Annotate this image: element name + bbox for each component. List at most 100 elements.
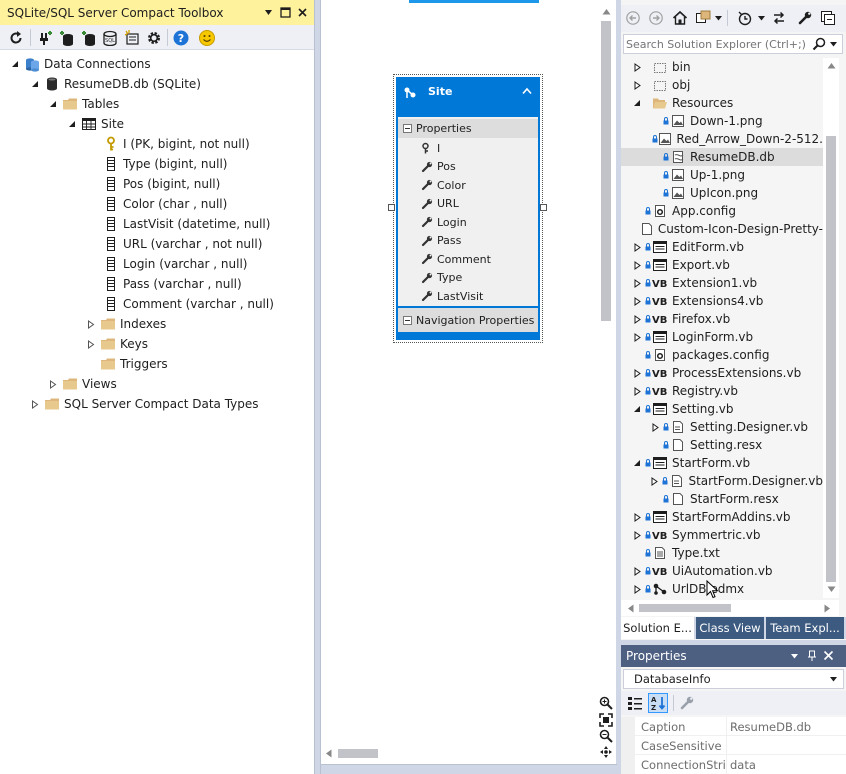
- categorized-icon[interactable]: [626, 694, 644, 712]
- dropdown-arrow-icon[interactable]: [830, 677, 837, 682]
- entity-property-pass[interactable]: Pass: [403, 232, 535, 251]
- column-pass[interactable]: Pass (varchar , null): [103, 274, 242, 294]
- scroll-up-arrow-icon[interactable]: [827, 62, 836, 69]
- entity-property-pos[interactable]: Pos: [403, 158, 535, 177]
- scroll-left-arrow-icon[interactable]: [627, 604, 634, 613]
- collapsed-arrow-icon[interactable]: [631, 296, 643, 306]
- designer-horizontal-scrollbar[interactable]: [323, 745, 595, 762]
- properties-object-selector[interactable]: DatabaseInfo: [623, 669, 844, 689]
- tab-team-explorer[interactable]: Team Expl...: [766, 617, 844, 639]
- dropdown-arrow-icon[interactable]: [830, 42, 837, 47]
- tree-node-tables[interactable]: Tables: [48, 94, 119, 114]
- column-color[interactable]: Color (char , null): [103, 194, 227, 214]
- collapse-chevron-icon[interactable]: [522, 87, 532, 95]
- collapse-toggle-icon[interactable]: [403, 315, 412, 325]
- expanded-arrow-icon[interactable]: [48, 100, 58, 108]
- tab-class-view[interactable]: Class View: [696, 617, 764, 639]
- collapsed-arrow-icon[interactable]: [631, 368, 643, 378]
- refresh-icon[interactable]: [7, 29, 25, 47]
- solution-item[interactable]: VB ProcessExtensions.vb: [621, 364, 823, 382]
- add-sqlite-icon[interactable]: [58, 29, 76, 47]
- solution-item[interactable]: VB Extensions4.vb: [621, 292, 823, 310]
- maximize-icon[interactable]: [280, 7, 291, 18]
- sync-icon[interactable]: [770, 9, 788, 27]
- collapsed-arrow-icon[interactable]: [631, 80, 643, 90]
- solution-item[interactable]: Export.vb: [621, 256, 823, 274]
- solution-item[interactable]: Setting.vb: [621, 400, 823, 418]
- zoom-fit-icon[interactable]: [599, 713, 613, 727]
- tree-node-site-table[interactable]: Site: [67, 114, 124, 134]
- solution-item[interactable]: StartForm.Designer.vb: [621, 472, 823, 490]
- collapsed-arrow-icon[interactable]: [631, 242, 643, 252]
- entity-property-type[interactable]: Type: [403, 269, 535, 288]
- collapsed-arrow-icon[interactable]: [631, 278, 643, 288]
- navigation-section-header[interactable]: Navigation Properties: [398, 308, 538, 332]
- script-icon[interactable]: [123, 29, 141, 47]
- solution-item[interactable]: Resources: [621, 94, 823, 112]
- solution-item[interactable]: packages.config: [621, 346, 823, 364]
- switch-views-icon[interactable]: [694, 9, 712, 27]
- zoom-out-icon[interactable]: [599, 729, 613, 743]
- scroll-left-arrow-icon[interactable]: [325, 749, 332, 758]
- solution-vertical-scrollbar[interactable]: [823, 58, 839, 598]
- collapse-toggle-icon[interactable]: [403, 124, 412, 133]
- scroll-down-arrow-icon[interactable]: [827, 586, 836, 593]
- solution-item[interactable]: Red_Arrow_Down-2-512.: [621, 130, 823, 148]
- designer-surface[interactable]: Site Properties I Pos Color URL Login Pa…: [320, 0, 617, 774]
- entity-property-i[interactable]: I: [403, 139, 535, 158]
- column-type[interactable]: Type (bigint, null): [103, 154, 227, 174]
- solution-item[interactable]: StartForm.resx: [621, 490, 823, 508]
- tree-node-indexes[interactable]: Indexes: [86, 314, 166, 334]
- collapsed-arrow-icon[interactable]: [649, 422, 661, 432]
- dropdown-arrow-icon[interactable]: [264, 8, 273, 17]
- search-icon[interactable]: [812, 37, 826, 51]
- column-pk[interactable]: I (PK, bigint, not null): [103, 134, 250, 154]
- tree-node-triggers[interactable]: Triggers: [100, 354, 168, 374]
- solution-item[interactable]: Up-1.png: [621, 166, 823, 184]
- collapsed-arrow-icon[interactable]: [631, 62, 643, 72]
- wrench-icon[interactable]: [796, 9, 814, 27]
- dropdown-arrow-icon[interactable]: [791, 654, 798, 659]
- collapsed-arrow-icon[interactable]: [631, 530, 643, 540]
- pending-changes-icon[interactable]: [736, 9, 754, 27]
- collapsed-arrow-icon[interactable]: [631, 314, 643, 324]
- solution-item[interactable]: ResumeDB.db: [621, 148, 823, 166]
- scroll-right-arrow-icon[interactable]: [824, 604, 831, 613]
- add-connection-icon[interactable]: [36, 29, 54, 47]
- scroll-thumb[interactable]: [826, 136, 836, 582]
- back-icon[interactable]: [625, 10, 641, 26]
- collapsed-arrow-icon[interactable]: [631, 512, 643, 522]
- tree-node-data-connections[interactable]: Data Connections: [10, 54, 151, 74]
- alphabetical-icon[interactable]: AZ: [648, 693, 668, 713]
- collapsed-arrow-icon[interactable]: [631, 386, 643, 396]
- properties-section-header[interactable]: Properties: [398, 119, 538, 138]
- column-comment[interactable]: Comment (varchar , null): [103, 294, 274, 314]
- solution-item[interactable]: VB Firefox.vb: [621, 310, 823, 328]
- gear-icon[interactable]: [145, 29, 163, 47]
- entity-property-comment[interactable]: Comment: [403, 250, 535, 269]
- column-pos[interactable]: Pos (bigint, null): [103, 174, 220, 194]
- collapsed-arrow-icon[interactable]: [86, 339, 96, 349]
- collapsed-arrow-icon[interactable]: [631, 260, 643, 270]
- solution-item[interactable]: VB UiAutomation.vb: [621, 562, 823, 580]
- solution-item[interactable]: bin: [621, 58, 823, 76]
- solution-item[interactable]: Down-1.png: [621, 112, 823, 130]
- solution-item[interactable]: StartFormAddins.vb: [621, 508, 823, 526]
- close-icon[interactable]: [297, 7, 308, 18]
- collapsed-arrow-icon[interactable]: [48, 379, 58, 389]
- expanded-arrow-icon[interactable]: [67, 120, 77, 128]
- collapsed-arrow-icon[interactable]: [631, 584, 643, 594]
- property-row-connectionstring[interactable]: ConnectionStrin data source=E:\Resu: [621, 755, 846, 774]
- help-icon[interactable]: ?: [172, 29, 190, 47]
- solution-item[interactable]: Custom-Icon-Design-Pretty-: [621, 220, 823, 238]
- dropdown-arrow-icon[interactable]: [758, 16, 765, 21]
- solution-item[interactable]: EditForm.vb: [621, 238, 823, 256]
- zoom-in-icon[interactable]: [599, 696, 613, 710]
- column-lastvisit[interactable]: LastVisit (datetime, null): [103, 214, 270, 234]
- solution-item[interactable]: Setting.resx: [621, 436, 823, 454]
- expanded-arrow-icon[interactable]: [10, 60, 20, 68]
- solution-item[interactable]: App.config: [621, 202, 823, 220]
- collapsed-arrow-icon[interactable]: [649, 476, 660, 486]
- column-url[interactable]: URL (varchar , not null): [103, 234, 262, 254]
- tree-node-database[interactable]: ResumeDB.db (SQLite): [30, 74, 201, 94]
